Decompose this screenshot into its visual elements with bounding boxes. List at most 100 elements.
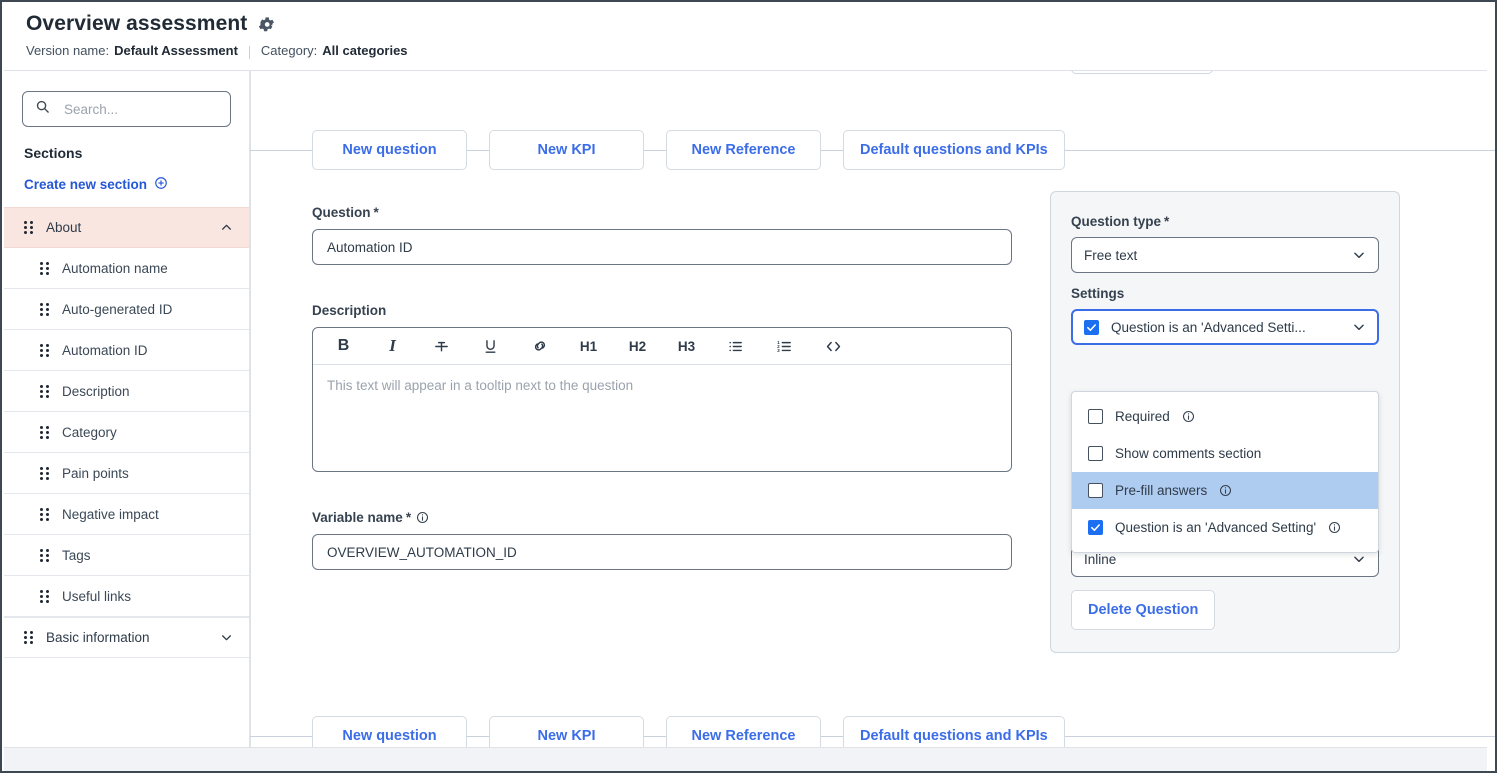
form-gap bbox=[312, 265, 1012, 303]
question-type-select[interactable]: Free text bbox=[1071, 237, 1379, 273]
toolbar-bottom: New question New KPI New Reference Defau… bbox=[250, 714, 1495, 747]
dropdown-option-label: Question is an 'Advanced Setting' bbox=[1115, 520, 1317, 535]
strip-connector bbox=[467, 735, 489, 737]
settings-multiselect[interactable]: Question is an 'Advanced Setti... bbox=[1071, 309, 1379, 345]
heading-3-icon[interactable]: H3 bbox=[662, 329, 711, 363]
sidebar-item-label: Tags bbox=[62, 547, 91, 563]
question-input[interactable] bbox=[312, 229, 1012, 265]
drag-handle-icon[interactable] bbox=[24, 631, 33, 644]
drag-handle-icon[interactable] bbox=[40, 589, 49, 603]
page-header: Overview assessment Version name: Defaul… bbox=[4, 4, 1487, 70]
italic-icon[interactable]: I bbox=[368, 329, 417, 363]
sidebar-item-tags[interactable]: Tags bbox=[4, 535, 249, 576]
chevron-down-icon bbox=[1352, 320, 1366, 334]
search-input[interactable] bbox=[62, 100, 218, 118]
new-question-button-bottom[interactable]: New question bbox=[312, 716, 467, 747]
code-icon[interactable] bbox=[809, 329, 858, 363]
sections-heading: Sections bbox=[24, 145, 83, 161]
sidebar-item-pain-points[interactable]: Pain points bbox=[4, 453, 249, 494]
drag-handle-icon[interactable] bbox=[40, 261, 49, 275]
info-icon[interactable] bbox=[416, 511, 429, 524]
header-meta: Version name: Default Assessment Categor… bbox=[4, 36, 1487, 59]
default-questions-kpis-button-top[interactable]: Default questions and KPIs bbox=[843, 130, 1065, 170]
svg-text:3: 3 bbox=[777, 348, 780, 353]
chevron-down-icon[interactable] bbox=[220, 631, 233, 644]
settings-value: Question is an 'Advanced Setti... bbox=[1111, 319, 1306, 335]
page-title: Overview assessment bbox=[26, 12, 248, 35]
drag-handle-icon[interactable] bbox=[40, 507, 49, 521]
form-gap bbox=[312, 472, 1012, 510]
gear-icon[interactable] bbox=[257, 15, 276, 34]
drag-handle-icon[interactable] bbox=[40, 425, 49, 439]
dropdown-option-required[interactable]: Required bbox=[1072, 398, 1378, 435]
dropdown-option-pre-fill-answers[interactable]: Pre-fill answers bbox=[1072, 472, 1378, 509]
sidebar-item-negative-impact[interactable]: Negative impact bbox=[4, 494, 249, 535]
new-question-button-top[interactable]: New question bbox=[312, 130, 467, 170]
required-asterisk: * bbox=[1164, 214, 1170, 229]
create-new-section-button[interactable]: Create new section bbox=[4, 161, 249, 207]
drag-handle-icon[interactable] bbox=[40, 548, 49, 562]
sidebar-item-label: Useful links bbox=[62, 588, 132, 604]
description-rich-text-editor: B I H1 H2 H3 1 2 3 This text will appear… bbox=[312, 327, 1012, 472]
sidebar-empty-area bbox=[4, 676, 250, 747]
link-icon[interactable] bbox=[515, 329, 564, 363]
sidebar-item-automation-id[interactable]: Automation ID bbox=[4, 330, 249, 371]
option-checkbox[interactable] bbox=[1088, 409, 1103, 424]
chevron-up-icon[interactable] bbox=[220, 221, 233, 234]
sidebar-item-category[interactable]: Category bbox=[4, 412, 249, 453]
bullet-list-icon[interactable] bbox=[711, 329, 760, 363]
option-checkbox[interactable] bbox=[1088, 520, 1103, 535]
drag-handle-icon[interactable] bbox=[40, 384, 49, 398]
previous-panel-field-partial bbox=[1071, 71, 1213, 74]
info-icon[interactable] bbox=[1328, 521, 1341, 534]
sidebar-item-label: Auto-generated ID bbox=[62, 301, 173, 317]
description-label-text: Description bbox=[312, 303, 387, 318]
option-checkbox[interactable] bbox=[1088, 446, 1103, 461]
settings-checkbox[interactable] bbox=[1084, 319, 1099, 335]
drag-handle-icon[interactable] bbox=[24, 221, 33, 234]
default-questions-kpis-button-bottom[interactable]: Default questions and KPIs bbox=[843, 716, 1065, 747]
info-icon[interactable] bbox=[1182, 410, 1195, 423]
question-type-label-text: Question type bbox=[1071, 214, 1162, 229]
main-content: New question New KPI New Reference Defau… bbox=[250, 71, 1495, 747]
drag-handle-icon[interactable] bbox=[40, 302, 49, 316]
sidebar-item-auto-generated-id[interactable]: Auto-generated ID bbox=[4, 289, 249, 330]
heading-2-icon[interactable]: H2 bbox=[613, 329, 662, 363]
variable-name-input[interactable] bbox=[312, 534, 1012, 570]
chevron-down-icon bbox=[1352, 552, 1366, 566]
panel-spacer bbox=[1071, 577, 1379, 590]
drag-handle-icon[interactable] bbox=[40, 343, 49, 357]
editor-toolbar: B I H1 H2 H3 1 2 3 bbox=[313, 328, 1011, 365]
new-reference-button-top[interactable]: New Reference bbox=[666, 130, 821, 170]
category-value: All categories bbox=[322, 43, 408, 58]
question-type-label: Question type * bbox=[1071, 214, 1379, 229]
description-editor-placeholder[interactable]: This text will appear in a tooltip next … bbox=[313, 365, 1011, 471]
sidebar-section-basic-information[interactable]: Basic information bbox=[4, 617, 249, 658]
settings-label: Settings bbox=[1071, 286, 1125, 301]
sidebar-section-basic-information-label: Basic information bbox=[46, 630, 150, 645]
new-kpi-button-bottom[interactable]: New KPI bbox=[489, 716, 644, 747]
underline-icon[interactable] bbox=[466, 329, 515, 363]
strip-connector bbox=[644, 149, 666, 151]
search-box[interactable] bbox=[22, 91, 231, 127]
heading-1-icon[interactable]: H1 bbox=[564, 329, 613, 363]
new-kpi-button-top[interactable]: New KPI bbox=[489, 130, 644, 170]
strikethrough-icon[interactable] bbox=[417, 329, 466, 363]
sidebar-item-description[interactable]: Description bbox=[4, 371, 249, 412]
info-icon[interactable] bbox=[1219, 484, 1232, 497]
bold-icon[interactable]: B bbox=[319, 329, 368, 363]
new-reference-button-bottom[interactable]: New Reference bbox=[666, 716, 821, 747]
dropdown-option-advanced-setting[interactable]: Question is an 'Advanced Setting' bbox=[1072, 509, 1378, 546]
dropdown-option-show-comments-section[interactable]: Show comments section bbox=[1072, 435, 1378, 472]
sidebar-section-about[interactable]: About bbox=[4, 207, 249, 248]
drag-handle-icon[interactable] bbox=[40, 466, 49, 480]
delete-question-button[interactable]: Delete Question bbox=[1071, 590, 1216, 630]
option-checkbox[interactable] bbox=[1088, 483, 1103, 498]
meta-divider bbox=[248, 46, 250, 59]
sidebar-item-automation-name[interactable]: Automation name bbox=[4, 248, 249, 289]
chevron-down-icon bbox=[1352, 248, 1366, 262]
footer-band bbox=[4, 747, 1487, 771]
numbered-list-icon[interactable]: 1 2 3 bbox=[760, 329, 809, 363]
sidebar-item-useful-links[interactable]: Useful links bbox=[4, 576, 249, 617]
strip-trail-line bbox=[1064, 735, 1495, 737]
